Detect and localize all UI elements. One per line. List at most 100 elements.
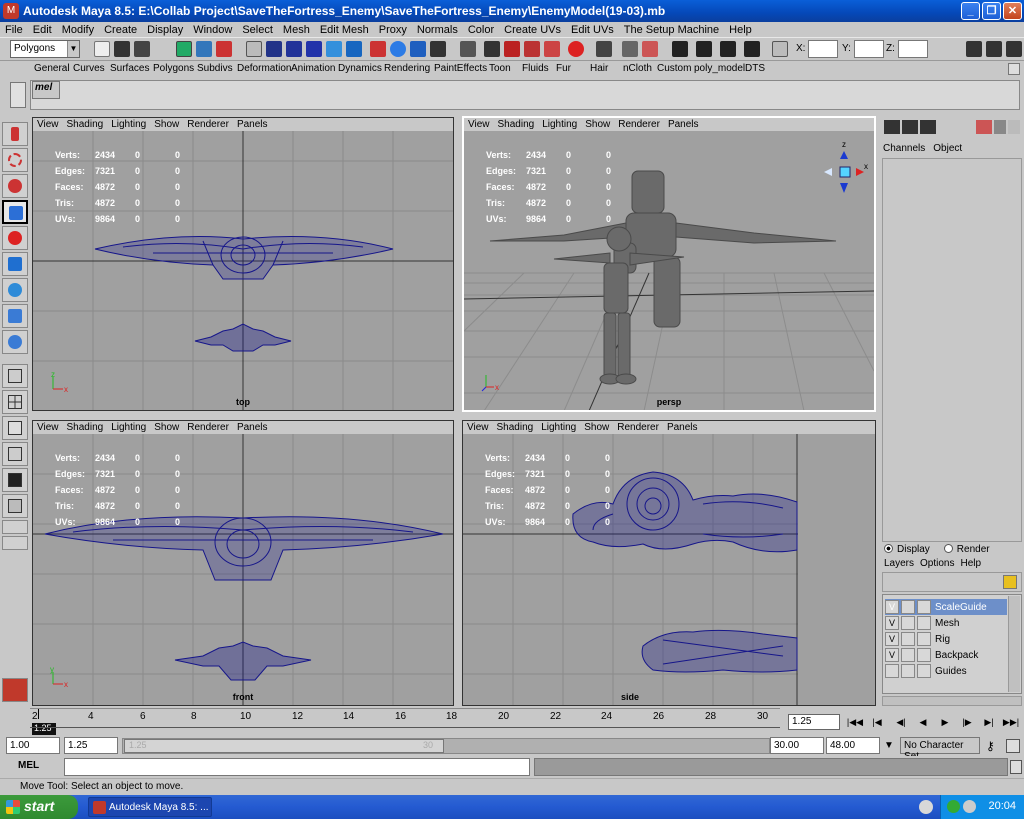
lasso-icon[interactable] <box>568 41 584 57</box>
vp-menu-show[interactable]: Show <box>150 119 183 130</box>
maximize-button[interactable]: ❐ <box>982 2 1001 20</box>
tab-deformation[interactable]: Deformation <box>237 63 291 74</box>
vp-menu-panels[interactable]: Panels <box>664 119 703 130</box>
layer-visibility-toggle[interactable]: V <box>885 600 899 614</box>
viewport-persp-canvas[interactable]: Verts: 2434 0 0 Edges: 7321 0 0 Faces: 4872 0 0 T… <box>464 131 874 410</box>
viewport-side[interactable]: View Shading Lighting Show Renderer Pane… <box>462 420 876 706</box>
history-icon[interactable] <box>370 41 386 57</box>
show-manip-button[interactable] <box>2 330 28 354</box>
snap-curve-icon[interactable] <box>286 41 302 57</box>
layout-outliner-button[interactable] <box>2 416 28 440</box>
play-backwards-icon[interactable]: ◀ <box>914 714 932 730</box>
vp-menu-panels[interactable]: Panels <box>663 422 702 433</box>
layer-mesh[interactable]: V Mesh <box>885 615 1007 631</box>
scale-tool-button[interactable] <box>2 252 28 276</box>
clapper-settings-icon[interactable] <box>720 41 736 57</box>
maya-logo-button[interactable] <box>2 678 28 702</box>
tab-hair[interactable]: Hair <box>590 63 608 74</box>
viewport-front[interactable]: View Shading Lighting Show Renderer Pane… <box>32 420 454 706</box>
both-toggle-icon[interactable] <box>920 120 936 134</box>
vp-menu-shading[interactable]: Shading <box>493 422 538 433</box>
tab-subdivs[interactable]: Subdivs <box>197 63 233 74</box>
layout-menu-button-2[interactable] <box>2 536 28 550</box>
tab-animation[interactable]: Animation <box>291 63 335 74</box>
taskbar-maya-item[interactable]: Autodesk Maya 8.5: ... <box>88 797 212 817</box>
vp-menu-view[interactable]: View <box>464 119 494 130</box>
filter-icon[interactable] <box>246 41 262 57</box>
minimize-button[interactable]: _ <box>961 2 980 20</box>
tab-fur[interactable]: Fur <box>556 63 571 74</box>
viewport-persp[interactable]: View Shading Lighting Show Renderer Pane… <box>462 116 876 412</box>
vp-menu-renderer[interactable]: Renderer <box>613 422 663 433</box>
character-set-dropdown-icon[interactable]: ▼ <box>884 740 898 752</box>
lasso-tool-button[interactable] <box>2 148 28 172</box>
menu-create-uvs[interactable]: Create UVs <box>499 24 566 36</box>
layer-color-icon[interactable] <box>917 632 931 646</box>
render-icon[interactable] <box>460 41 476 57</box>
hypershade-icon[interactable] <box>524 41 540 57</box>
tab-dynamics[interactable]: Dynamics <box>338 63 382 74</box>
vp-menu-show[interactable]: Show <box>581 119 614 130</box>
vp-menu-shading[interactable]: Shading <box>63 119 108 130</box>
menu-edit-mesh[interactable]: Edit Mesh <box>315 24 374 36</box>
layer-template-toggle[interactable] <box>901 616 915 630</box>
menu-display[interactable]: Display <box>142 24 188 36</box>
channel-box-icon[interactable] <box>672 41 688 57</box>
step-forward-key-icon[interactable]: ▶| <box>980 714 998 730</box>
key-icon[interactable]: ⚷ <box>986 739 1002 753</box>
animation-start-field[interactable]: 1.00 <box>6 737 60 754</box>
soft-mod-button[interactable] <box>2 304 28 328</box>
render-radio[interactable]: Render <box>943 544 990 555</box>
select-tool-button[interactable] <box>2 122 28 146</box>
tab-curves[interactable]: Curves <box>73 63 105 74</box>
playblast-icon[interactable] <box>744 41 760 57</box>
display-radio[interactable]: Display <box>884 544 930 555</box>
vp-menu-lighting[interactable]: Lighting <box>537 422 580 433</box>
layer-backpack[interactable]: V Backpack <box>885 647 1007 663</box>
select-hierarchy-icon[interactable] <box>176 41 192 57</box>
paint-icon[interactable] <box>994 120 1006 134</box>
ipr-icon[interactable] <box>430 41 446 57</box>
range-thumb[interactable]: 1.25 30 <box>124 739 444 753</box>
help-icon[interactable] <box>410 41 426 57</box>
tab-custom[interactable]: Custom <box>657 63 691 74</box>
vp-menu-panels[interactable]: Panels <box>233 422 272 433</box>
viewport-top-canvas[interactable]: Verts: 2434 0 0 Edges: 7321 0 0 Faces: 4872 0 0 T… <box>33 131 453 410</box>
show-tool-settings-icon[interactable] <box>986 41 1002 57</box>
vp-menu-view[interactable]: View <box>463 422 493 433</box>
viewport-front-canvas[interactable]: Verts: 2434 0 0 Edges: 7321 0 0 Faces: 4872 0 0 T… <box>33 434 453 705</box>
layer-template-toggle[interactable] <box>901 648 915 662</box>
pick-icon[interactable] <box>1008 120 1020 134</box>
options-menu[interactable]: Options <box>920 558 954 572</box>
menu-mesh[interactable]: Mesh <box>278 24 315 36</box>
vp-menu-renderer[interactable]: Renderer <box>183 422 233 433</box>
volume-icon[interactable] <box>963 800 976 813</box>
shelf-scroll[interactable] <box>10 82 26 108</box>
layout-menu-button[interactable] <box>2 520 28 534</box>
x-field[interactable] <box>808 40 838 58</box>
save-scene-icon[interactable] <box>134 41 150 57</box>
menu-color[interactable]: Color <box>463 24 499 36</box>
anim-prefs-icon[interactable] <box>1006 739 1020 753</box>
shelf-menu-icon[interactable] <box>1008 63 1020 75</box>
show-channel-box-icon[interactable] <box>1006 41 1022 57</box>
layer-guides[interactable]: Guides <box>885 663 1007 679</box>
menu-setup-machine[interactable]: The Setup Machine <box>619 24 724 36</box>
menu-modify[interactable]: Modify <box>57 24 99 36</box>
vp-menu-renderer[interactable]: Renderer <box>614 119 664 130</box>
vp-menu-show[interactable]: Show <box>150 422 183 433</box>
step-back-frame-icon[interactable]: ◀| <box>892 714 910 730</box>
layer-scrollbar[interactable] <box>1008 596 1020 692</box>
object-menu[interactable]: Object <box>933 143 962 157</box>
viewport-side-canvas[interactable]: Verts: 2434 0 0 Edges: 7321 0 0 Faces: 4872 0 0 T… <box>463 434 875 705</box>
layer-color-icon[interactable] <box>917 664 931 678</box>
layer-editor-toggle-icon[interactable] <box>902 120 918 134</box>
tab-surfaces[interactable]: Surfaces <box>110 63 149 74</box>
menu-normals[interactable]: Normals <box>412 24 463 36</box>
move-tool-button[interactable] <box>2 200 28 224</box>
layer-color-icon[interactable] <box>917 600 931 614</box>
z-field[interactable] <box>898 40 928 58</box>
attribute-editor-icon[interactable] <box>622 41 638 57</box>
tab-poly-model[interactable]: poly_model <box>694 63 745 74</box>
new-layer-icon[interactable] <box>1003 575 1017 589</box>
